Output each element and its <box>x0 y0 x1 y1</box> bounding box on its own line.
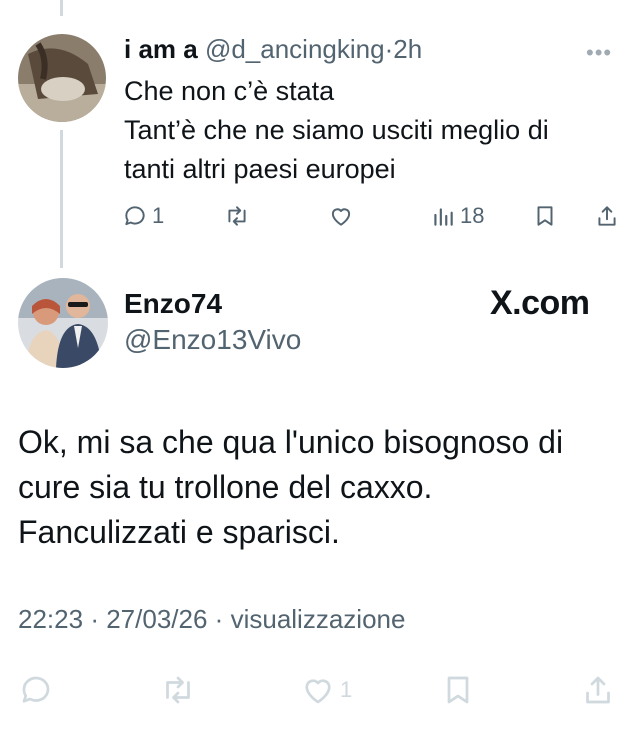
reply-header: i am a @d_ancingking·2h <box>124 34 422 65</box>
post-action-bar: 1 <box>0 668 640 712</box>
retweet-icon <box>228 206 246 226</box>
views-label[interactable]: visualizzazione <box>231 604 406 634</box>
reply-text: Che non c’è stata Tant’è che ne siamo us… <box>124 72 624 189</box>
avatar-photo-icon <box>18 278 108 368</box>
x-logo: X.com <box>490 284 590 322</box>
share-button[interactable] <box>594 198 620 234</box>
author-display-name[interactable]: Enzo74 <box>124 288 222 320</box>
bookmark-button[interactable] <box>532 198 558 234</box>
post-meta: 22:23 · 27/03/26 · visualizzazione <box>18 604 405 635</box>
separator: · <box>90 604 99 634</box>
like-button[interactable] <box>328 198 354 234</box>
reply-line: tanti altri paesi europei <box>124 154 396 184</box>
post-time: 22:23 <box>18 604 84 634</box>
author-handle[interactable]: @Enzo13Vivo <box>124 324 301 356</box>
avatar[interactable] <box>18 278 108 368</box>
reply-button[interactable]: 1 <box>122 198 164 234</box>
share-icon <box>586 676 610 704</box>
bookmark-button[interactable] <box>440 668 476 712</box>
bookmark-icon <box>447 676 469 704</box>
reply-button[interactable] <box>18 668 54 712</box>
reply-line: Che non c’è stata <box>124 76 335 106</box>
reply-handle[interactable]: @d_ancingking <box>205 34 385 64</box>
like-button[interactable]: 1 <box>300 668 352 712</box>
views-count: 18 <box>460 203 485 228</box>
separator: · <box>214 604 224 634</box>
retweet-icon <box>166 676 190 704</box>
avatar-photo-icon <box>18 34 106 122</box>
heart-icon <box>305 679 331 704</box>
thread-line-top <box>60 0 63 16</box>
avatar[interactable] <box>18 34 106 122</box>
views-icon <box>434 208 453 226</box>
reply-action-bar: 1 18 <box>0 198 640 234</box>
like-count: 1 <box>340 677 353 702</box>
heart-icon <box>331 208 351 226</box>
comment-icon <box>125 206 145 226</box>
reply-count: 1 <box>152 203 165 228</box>
share-button[interactable] <box>580 668 616 712</box>
retweet-button[interactable] <box>160 668 196 712</box>
comment-icon <box>22 676 50 703</box>
post-date: 27/03/26 <box>106 604 208 634</box>
post-line: cure sia tu trollone del caxxo. <box>18 469 433 505</box>
bookmark-icon <box>537 206 553 226</box>
share-icon <box>598 206 616 226</box>
reply-line: Tant’è che ne siamo usciti meglio di <box>124 115 549 145</box>
reply-display-name[interactable]: i am a <box>124 34 198 64</box>
post-text: Ok, mi sa che qua l'unico bisognoso di c… <box>18 420 628 555</box>
views-button[interactable]: 18 <box>430 198 484 234</box>
separator: · <box>384 34 394 64</box>
reply-time[interactable]: 2h <box>393 34 422 64</box>
post-line: Ok, mi sa che qua l'unico bisognoso di <box>18 424 564 460</box>
retweet-button[interactable] <box>224 198 250 234</box>
more-dots-icon[interactable]: ••• <box>586 40 612 66</box>
post-line: Fanculizzati e sparisci. <box>18 514 340 550</box>
